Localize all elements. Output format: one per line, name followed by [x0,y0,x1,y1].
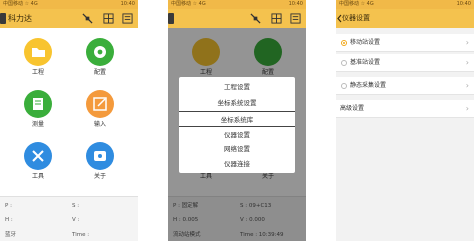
status-carrier: 中国移动 ☆ 4G [3,1,38,7]
satellite-icon[interactable] [82,13,93,24]
menu-item-coordinate-system-library[interactable]: 坐标系统库 [179,111,295,127]
settings-list: 移动站设置 › 基准站设置 › 静态采集设置 › 高级设置 › [336,28,474,241]
settings-panel-icon[interactable] [122,13,133,24]
satellite-icon[interactable] [250,13,261,24]
menu-item-coordinate-system-settings[interactable]: 坐标系统设置 [179,95,295,111]
home-grid: 工程 配置 测量 输入 工具 关于 [0,32,138,192]
tile-label: 工程 [31,69,44,76]
row-label: 高级设置 [340,105,365,112]
tile-config[interactable]: 配置 [75,38,125,90]
tile-label: 输入 [93,121,106,128]
tile-input[interactable]: 输入 [75,90,125,142]
info-h: H : [5,217,13,223]
row-base-settings[interactable]: 基准站设置 › [336,54,474,72]
app-logo-icon [168,13,174,24]
tile-label: 关于 [93,173,106,180]
tile-label: 测量 [31,121,44,128]
info-p: P : [5,203,12,209]
tile-survey[interactable]: 测量 [13,90,63,142]
info-s: S : [72,203,80,209]
app-bar: 科力达 [0,9,138,28]
radio-selected-icon[interactable] [341,40,347,46]
gear-icon [86,38,114,66]
row-rover-settings[interactable]: 移动站设置 › [336,34,474,52]
row-label: 移动站设置 [350,39,381,46]
status-bar: 中国移动 ☆ 4G 10:40 [0,0,138,9]
tile-label: 工具 [31,173,44,180]
info-badge-icon [86,142,114,170]
tile-tools[interactable]: 工具 [13,142,63,194]
status-bar: 中国移动 ☆ 4G 10:40 [168,0,306,9]
grid-icon[interactable] [103,13,114,24]
pencil-edit-icon [86,90,114,118]
chevron-right-icon: › [465,58,469,67]
status-carrier: 中国移动 ☆ 4G [171,1,206,7]
status-bar: 中国移动 ☆ 4G 10:40 [336,0,474,9]
menu-item-project-settings[interactable]: 工程设置 [179,79,295,95]
info-mode: 蓝牙 [5,232,17,238]
status-time: 10:40 [120,1,135,7]
menu-item-network-settings[interactable]: 网络设置 [179,141,295,157]
tile-about[interactable]: 关于 [75,142,125,194]
chevron-right-icon: › [465,81,469,90]
row-label: 基准站设置 [350,59,381,66]
page-title: 仪器设置 [342,14,370,22]
chevron-right-icon: › [465,38,469,47]
instrument-settings-screen: 中国移动 ☆ 4G 10:40 仪器设置 移动站设置 › 基准站设置 › 静态采… [336,0,474,241]
survey-icon [24,90,52,118]
info-time: Time : [72,232,90,238]
app-bar [168,9,306,28]
folder-icon [24,38,52,66]
tools-icon [24,142,52,170]
menu-item-instrument-connection[interactable]: 仪器连接 [179,156,295,172]
home-screen: 中国移动 ☆ 4G 10:40 科力达 工程 配置 测量 输入 工具 关于 P … [0,0,138,241]
status-carrier: 中国移动 ☆ 4G [339,1,374,7]
chevron-right-icon: › [465,104,469,113]
status-time: 10:40 [288,1,303,7]
row-advanced-settings[interactable]: 高级设置 › [336,100,474,118]
row-label: 静态采集设置 [350,82,387,89]
radio-unselected-icon[interactable] [341,83,347,89]
app-logo-icon [0,13,6,24]
status-panel: P : S : H : V : 蓝牙 Time : [0,196,138,241]
app-title: 科力达 [8,14,32,23]
radio-unselected-icon[interactable] [341,60,347,66]
grid-icon[interactable] [271,13,282,24]
row-static-settings[interactable]: 静态采集设置 › [336,77,474,95]
settings-panel-icon[interactable] [290,13,301,24]
tile-project[interactable]: 工程 [13,38,63,90]
config-menu-dialog: 工程设置 坐标系统设置 坐标系统库 仪器设置 网络设置 仪器连接 [179,77,295,173]
info-v: V : [72,217,80,223]
tile-label: 配置 [93,69,106,76]
config-dialog-screen: 中国移动 ☆ 4G 10:40 工程 配置 测量 [168,0,306,241]
status-time: 10:40 [456,1,471,7]
app-bar: 仪器设置 [336,9,474,28]
